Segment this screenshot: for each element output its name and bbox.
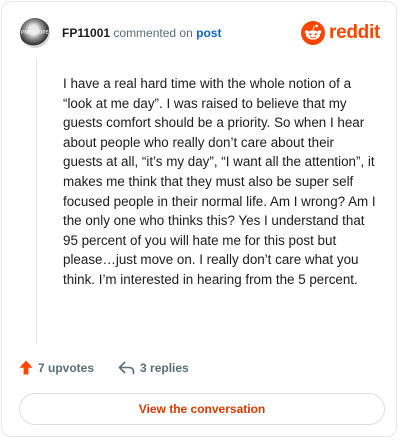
upvote-arrow-icon [19, 360, 33, 375]
comment-actions: 7 upvotes 3 replies [19, 360, 189, 375]
avatar[interactable]: PNFSCOPE [20, 18, 50, 48]
reddit-snoo-icon [301, 21, 326, 45]
comment-header: FP11001 commented on post [62, 26, 221, 40]
upvote-button[interactable]: 7 upvotes [19, 360, 94, 375]
post-link[interactable]: post [196, 26, 221, 40]
action-text: commented on [113, 26, 193, 40]
embedded-comment-card: PNFSCOPE FP11001 commented on post reddi… [1, 1, 397, 437]
replies-count: 3 replies [140, 360, 189, 375]
replies-button[interactable]: 3 replies [118, 361, 189, 375]
comment-body: I have a real hard time with the whole n… [63, 76, 376, 287]
username-link[interactable]: FP11001 [62, 26, 110, 40]
thread-line [36, 58, 37, 344]
reddit-wordmark: reddit [329, 22, 380, 43]
reddit-logo[interactable]: reddit [301, 21, 380, 45]
view-conversation-button[interactable]: View the conversation [19, 393, 385, 425]
avatar-label: PNFSCOPE [21, 30, 49, 36]
reply-arrow-icon [118, 361, 135, 374]
upvotes-count: 7 upvotes [38, 360, 95, 375]
